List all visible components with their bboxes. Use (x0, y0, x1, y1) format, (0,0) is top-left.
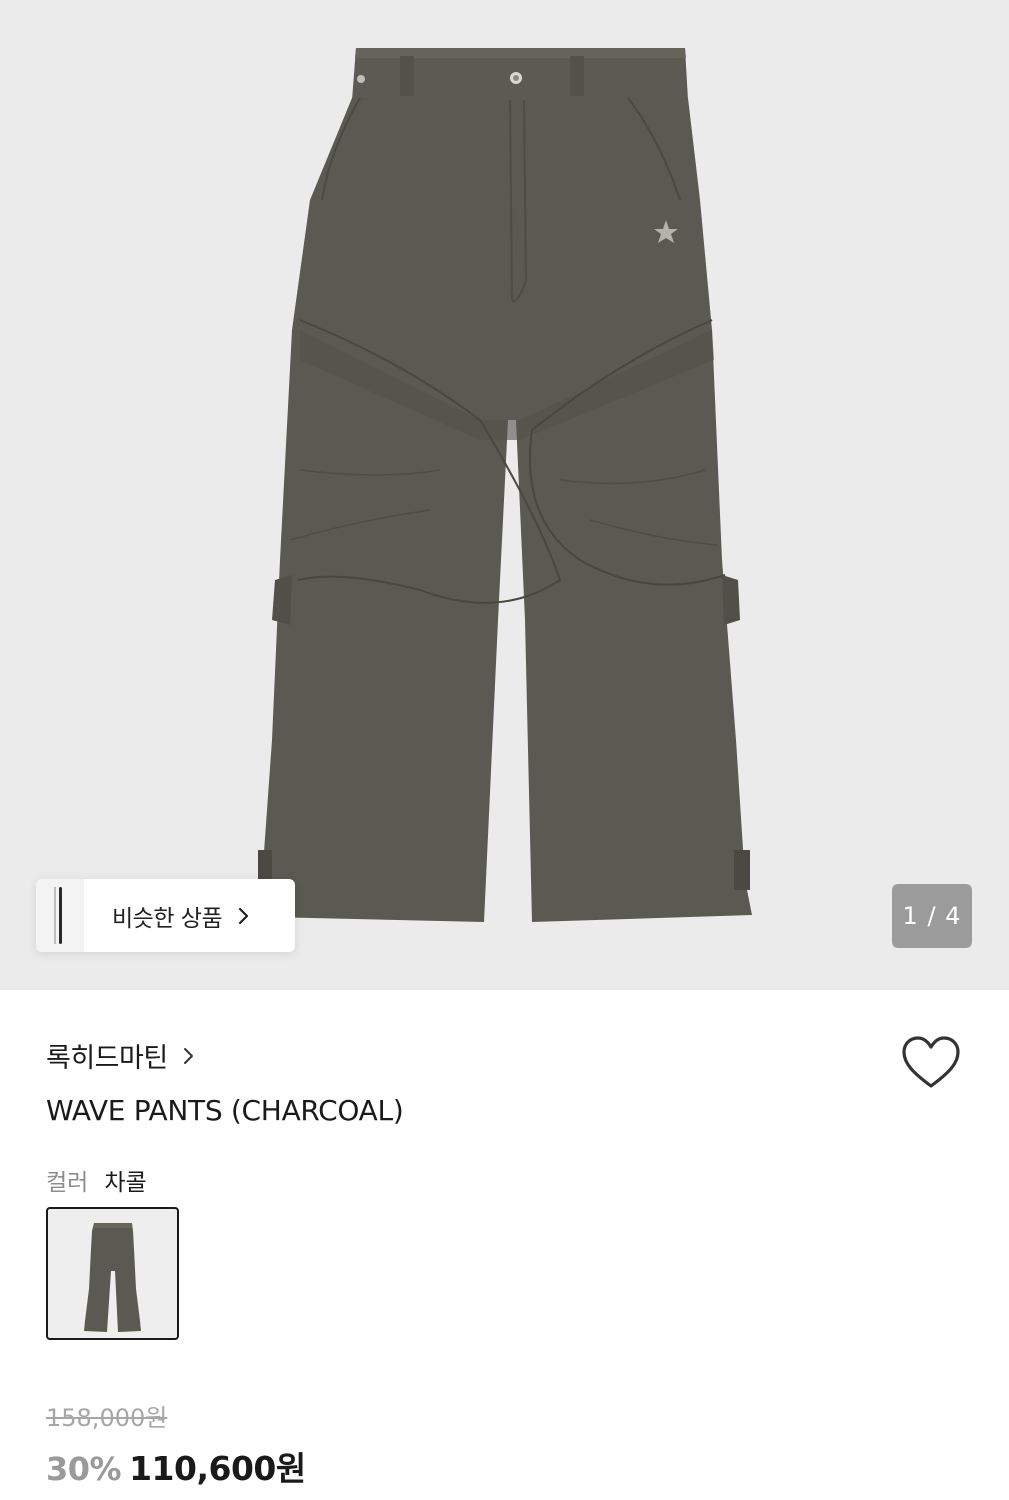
color-swatch-charcoal[interactable] (46, 1207, 179, 1340)
similar-product-thumbnail (36, 879, 84, 952)
similar-products-button[interactable]: 비슷한 상품 (36, 879, 295, 952)
color-option-row: 컬러 차콜 (46, 1163, 147, 1197)
image-page-counter: 1 / 4 (892, 884, 972, 948)
product-title: WAVE PANTS (CHARCOAL) (46, 1094, 404, 1127)
brand-link[interactable]: 록히드마틴 (46, 1036, 198, 1075)
chevron-right-icon (239, 907, 249, 924)
similar-products-label: 비슷한 상품 (112, 905, 223, 932)
price-row: 30% 110,600원 (46, 1442, 306, 1490)
color-swatch-image (84, 1223, 141, 1332)
color-label: 컬러 (46, 1170, 89, 1196)
heart-outline-icon[interactable] (900, 1034, 962, 1092)
product-image-gallery[interactable]: 비슷한 상품 1 / 4 (0, 0, 1009, 990)
original-price: 158,000원 (46, 1404, 168, 1432)
color-value: 차콜 (104, 1170, 147, 1196)
chevron-right-icon (183, 1047, 193, 1064)
product-image (258, 48, 752, 922)
brand-name: 록히드마틴 (46, 1043, 168, 1074)
discount-rate: 30% (46, 1450, 122, 1488)
sale-price: 110,600원 (129, 1449, 306, 1488)
